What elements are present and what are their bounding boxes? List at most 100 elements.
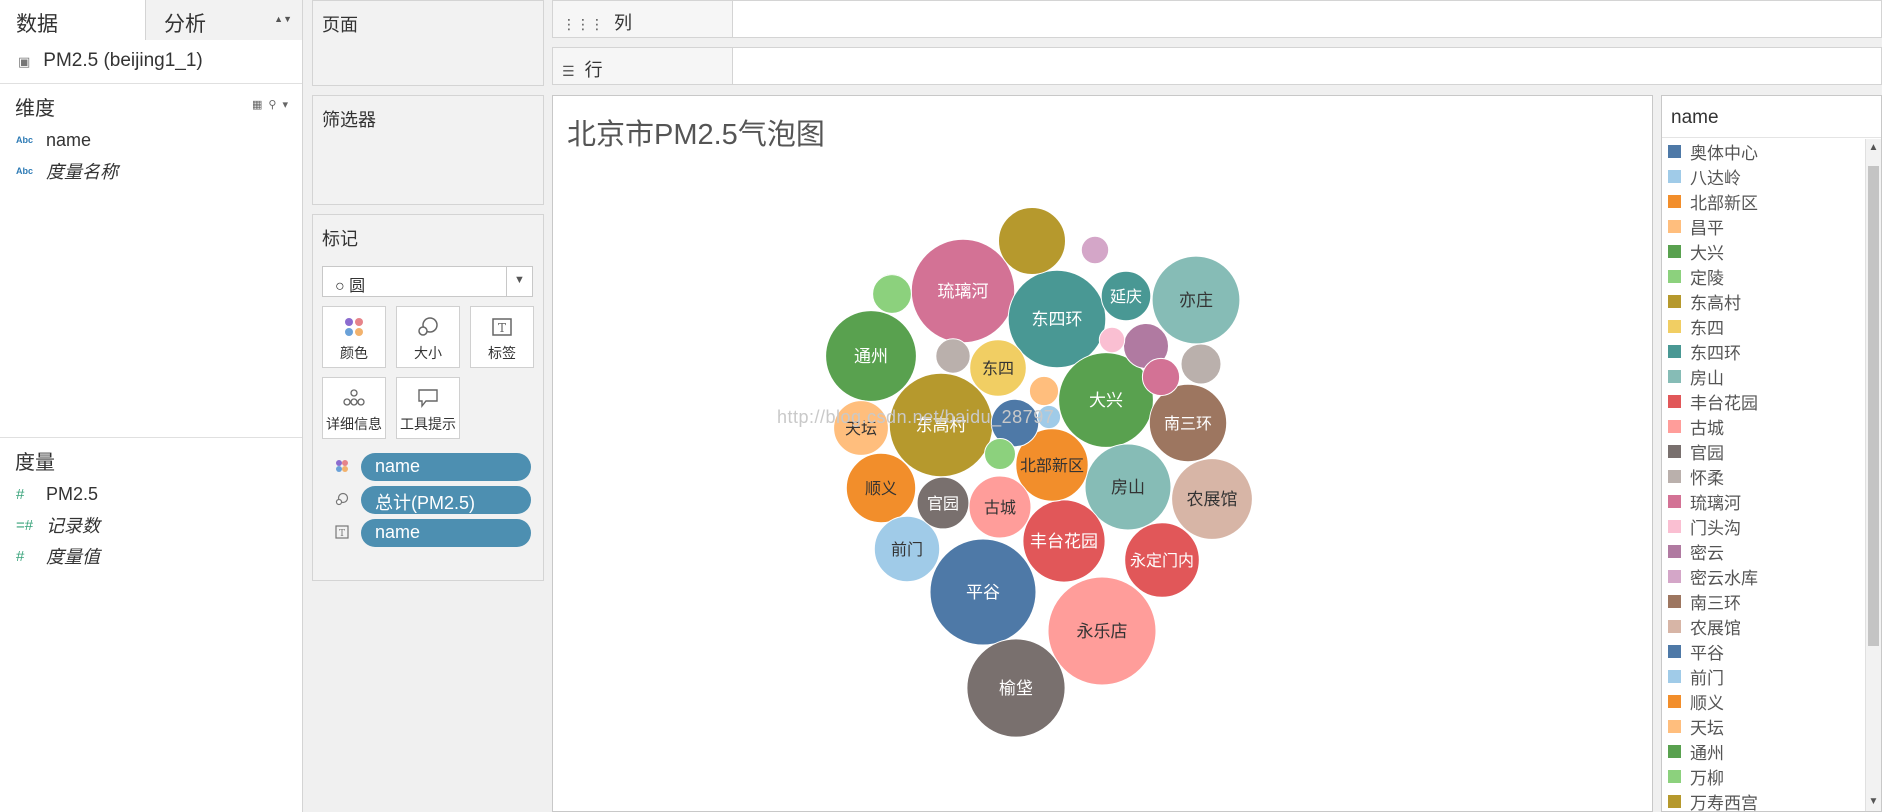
bubble-昌平[interactable] bbox=[1028, 375, 1060, 407]
bubble-怀柔[interactable] bbox=[1180, 343, 1222, 385]
size-button[interactable]: 大小 bbox=[396, 306, 460, 368]
legend-item[interactable]: 丰台花园 bbox=[1662, 389, 1867, 414]
legend-item[interactable]: 万柳 bbox=[1662, 764, 1867, 789]
bubble-榆垡[interactable]: 榆垡 bbox=[966, 638, 1066, 738]
legend-item[interactable]: 官园 bbox=[1662, 439, 1867, 464]
data-source[interactable]: ▣ PM2.5 (beijing1_1) bbox=[0, 40, 302, 84]
bubble-mark[interactable] bbox=[1028, 375, 1060, 407]
scroll-down-icon[interactable]: ▼ bbox=[1866, 793, 1881, 811]
tooltip-button-label: 工具提示 bbox=[400, 416, 456, 432]
bubble-mark[interactable] bbox=[872, 274, 912, 314]
legend-item[interactable]: 平谷 bbox=[1662, 639, 1867, 664]
pill-size-pm25[interactable]: 总计(PM2.5) bbox=[361, 486, 531, 514]
grid-view-icon[interactable]: ▦ bbox=[252, 99, 268, 111]
legend-title[interactable]: name bbox=[1662, 96, 1881, 138]
bubble-车公庄[interactable] bbox=[935, 338, 971, 374]
tooltip-button[interactable]: 工具提示 bbox=[396, 377, 460, 439]
legend-item[interactable]: 密云 bbox=[1662, 539, 1867, 564]
legend-item[interactable]: 定陵 bbox=[1662, 264, 1867, 289]
chevron-down-icon[interactable]: ▼ bbox=[506, 267, 532, 296]
legend-item[interactable]: 门头沟 bbox=[1662, 514, 1867, 539]
legend-item[interactable]: 前门 bbox=[1662, 664, 1867, 689]
menu-arrow-icon[interactable]: ▾ bbox=[282, 99, 294, 111]
chevron-down-icon[interactable]: ▲▼ bbox=[274, 14, 292, 24]
legend-item[interactable]: 万寿西宫 bbox=[1662, 789, 1867, 811]
mark-type-dropdown[interactable]: ○ 圆 ▼ bbox=[322, 266, 533, 297]
bubble-门头沟[interactable] bbox=[1098, 326, 1126, 354]
filters-card[interactable]: 筛选器 bbox=[312, 95, 544, 205]
dimension-field[interactable]: Abc name bbox=[0, 122, 302, 153]
rows-shelf[interactable]: ☰ 行 bbox=[552, 47, 1882, 85]
label-button[interactable]: T 标签 bbox=[470, 306, 534, 368]
pill-label-name[interactable]: name bbox=[361, 519, 531, 547]
legend-label: 怀柔 bbox=[1690, 469, 1724, 489]
columns-shelf[interactable]: ⋮⋮⋮ 列 bbox=[552, 0, 1882, 38]
legend-item[interactable]: 南三环 bbox=[1662, 589, 1867, 614]
detail-button[interactable]: 详细信息 bbox=[322, 377, 386, 439]
text-type-icon: Abc bbox=[16, 135, 34, 145]
bubble-农展馆[interactable]: 农展馆 bbox=[1171, 458, 1253, 540]
legend-item[interactable]: 密云水库 bbox=[1662, 564, 1867, 589]
legend-scrollbar[interactable]: ▲ ▼ bbox=[1865, 139, 1881, 811]
legend-swatch bbox=[1668, 470, 1681, 483]
viz-view[interactable]: 琉璃河 东四环 东高村 通州 大兴 亦庄 平谷 永乐店 榆垡 南三环 房山 农展馆 丰台花园 北部新区 永定… bbox=[552, 95, 1653, 812]
bubble-通州[interactable]: 通州 bbox=[825, 310, 917, 402]
legend-item[interactable]: 八达岭 bbox=[1662, 164, 1867, 189]
legend-item[interactable]: 东高村 bbox=[1662, 289, 1867, 314]
bubble-东四环[interactable]: 东四环 bbox=[1007, 269, 1107, 369]
measure-field[interactable]: =# 记录数 bbox=[0, 507, 302, 538]
scroll-thumb[interactable] bbox=[1868, 166, 1879, 646]
legend-item[interactable]: 天坛 bbox=[1662, 714, 1867, 739]
bubble-永乐店[interactable]: 永乐店 bbox=[1047, 576, 1157, 686]
bubble-顺义[interactable]: 顺义 bbox=[845, 452, 917, 524]
measure-field[interactable]: # 度量值 bbox=[0, 538, 302, 569]
bubble-万柳[interactable] bbox=[984, 438, 1016, 470]
legend-item[interactable]: 古城 bbox=[1662, 414, 1867, 439]
bubble-丰台花园[interactable]: 丰台花园 bbox=[1022, 499, 1106, 583]
tab-data[interactable]: 数据 bbox=[0, 0, 145, 40]
search-icon[interactable]: ⚲ bbox=[268, 99, 282, 111]
bubble-平谷[interactable]: 平谷 bbox=[929, 538, 1037, 646]
bubble-万寿西宫[interactable] bbox=[998, 207, 1066, 275]
chart-title[interactable]: 北京市PM2.5气泡图 bbox=[567, 111, 825, 153]
pages-card[interactable]: 页面 bbox=[312, 0, 544, 86]
color-button[interactable]: 颜色 bbox=[322, 306, 386, 368]
tab-analysis[interactable]: 分析 ▲▼ bbox=[145, 0, 302, 40]
legend-item[interactable]: 大兴 bbox=[1662, 239, 1867, 264]
bubble-定陵北[interactable] bbox=[1141, 357, 1181, 397]
bubble-延庆[interactable]: 延庆 bbox=[1100, 270, 1152, 322]
scroll-up-icon[interactable]: ▲ bbox=[1866, 139, 1881, 157]
bubble-东四[interactable]: 东四 bbox=[969, 339, 1027, 397]
bubble-密云水库[interactable] bbox=[1080, 235, 1110, 265]
bubble-mark[interactable] bbox=[998, 207, 1066, 275]
bubble-mark[interactable] bbox=[1141, 357, 1181, 397]
bubble-前门[interactable]: 前门 bbox=[873, 515, 941, 583]
bubble-chart[interactable]: 琉璃河东四环东高村通州大兴亦庄平谷永乐店榆垡南三环房山农展馆丰台花园北部新区永定… bbox=[553, 96, 1653, 812]
bubble-古城[interactable]: 古城 bbox=[968, 475, 1032, 539]
bubble-mark[interactable] bbox=[1080, 235, 1110, 265]
bubble-mark[interactable] bbox=[984, 438, 1016, 470]
bubble-mark[interactable] bbox=[935, 338, 971, 374]
legend-item[interactable]: 奥体中心 bbox=[1662, 139, 1867, 164]
bubble-mark[interactable] bbox=[1098, 326, 1126, 354]
data-pane: 数据 分析 ▲▼ ▣ PM2.5 (beijing1_1) 维度 ▦⚲▾ Abc… bbox=[0, 0, 303, 812]
bubble-亦庄[interactable]: 亦庄 bbox=[1151, 255, 1241, 345]
legend-item[interactable]: 东四 bbox=[1662, 314, 1867, 339]
bubble-琉璃河[interactable]: 琉璃河 bbox=[910, 238, 1016, 344]
bubble-官园[interactable]: 官园 bbox=[916, 476, 970, 530]
legend-item[interactable]: 北部新区 bbox=[1662, 189, 1867, 214]
legend-item[interactable]: 农展馆 bbox=[1662, 614, 1867, 639]
bubble-万柳北[interactable] bbox=[872, 274, 912, 314]
legend-item[interactable]: 昌平 bbox=[1662, 214, 1867, 239]
legend-item[interactable]: 通州 bbox=[1662, 739, 1867, 764]
bubble-永定门内[interactable]: 永定门内 bbox=[1124, 522, 1200, 598]
pill-color-name[interactable]: name bbox=[361, 453, 531, 481]
dimension-field[interactable]: Abc 度量名称 bbox=[0, 153, 302, 184]
legend-item[interactable]: 房山 bbox=[1662, 364, 1867, 389]
legend-item[interactable]: 东四环 bbox=[1662, 339, 1867, 364]
bubble-mark[interactable] bbox=[1180, 343, 1222, 385]
measure-field[interactable]: # PM2.5 bbox=[0, 476, 302, 507]
legend-item[interactable]: 顺义 bbox=[1662, 689, 1867, 714]
legend-item[interactable]: 琉璃河 bbox=[1662, 489, 1867, 514]
legend-item[interactable]: 怀柔 bbox=[1662, 464, 1867, 489]
